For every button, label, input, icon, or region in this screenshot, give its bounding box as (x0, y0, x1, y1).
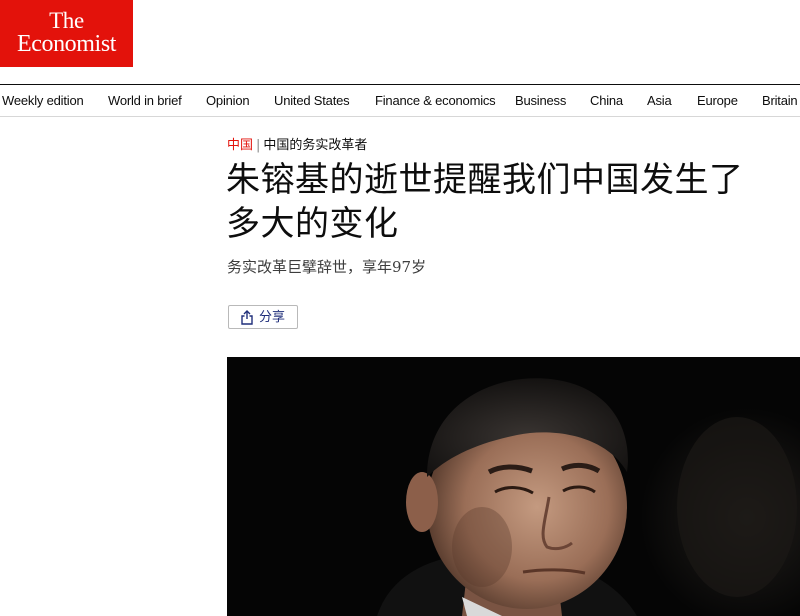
nav-item-europe[interactable]: Europe (697, 93, 738, 109)
nav-item-opinion[interactable]: Opinion (206, 93, 250, 109)
nav-item-business[interactable]: Business (515, 93, 566, 109)
article-theme: 中国的务实改革者 (263, 138, 368, 153)
main-nav: Weekly edition World in brief Opinion Un… (0, 85, 800, 117)
nav-item-finance-economics[interactable]: Finance & economics (375, 93, 496, 109)
share-button-label: 分享 (259, 310, 286, 325)
nav-item-asia[interactable]: Asia (647, 93, 672, 109)
hero-photo (227, 357, 800, 616)
logo-text-the: The (49, 8, 84, 33)
economist-logo[interactable]: The Economist (0, 0, 133, 67)
nav-item-weekly-edition[interactable]: Weekly edition (2, 93, 84, 109)
headline-line-1: 朱镕基的逝世提醒我们中国发生了 (226, 160, 744, 200)
headline-line-2: 多大的变化 (226, 204, 399, 244)
nav-item-world-in-brief[interactable]: World in brief (108, 93, 182, 109)
section-link[interactable]: 中国 (227, 138, 253, 153)
article-hero-image (227, 357, 800, 616)
article-subheadline: 务实改革巨擘辞世，享年97岁 (227, 258, 427, 276)
section-separator: | (256, 138, 261, 153)
nav-item-britain[interactable]: Britain (762, 93, 798, 109)
nav-item-united-states[interactable]: United States (274, 93, 350, 109)
article-headline: 朱镕基的逝世提醒我们中国发生了 多大的变化 (226, 158, 800, 246)
article-section-line: 中国 | 中国的务实改革者 (227, 138, 367, 154)
share-button[interactable]: 分享 (228, 305, 298, 329)
logo-text-economist: Economist (16, 31, 117, 57)
nav-item-china[interactable]: China (590, 93, 623, 109)
share-icon (241, 310, 253, 325)
